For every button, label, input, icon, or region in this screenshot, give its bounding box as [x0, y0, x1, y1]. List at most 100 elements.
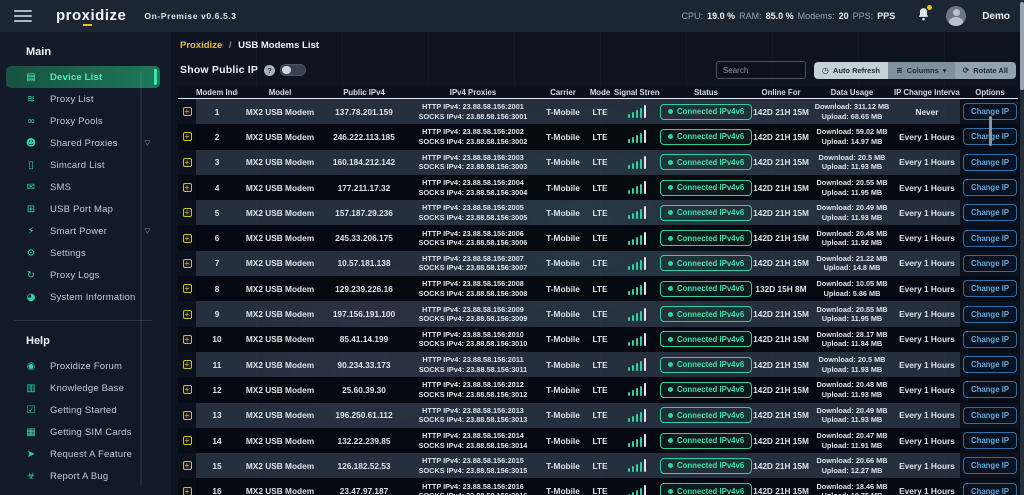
sidebar-item-proxy-list[interactable]: ≋ Proxy List	[6, 88, 160, 110]
change-ip-button[interactable]: Change IP	[962, 204, 1018, 222]
sidebar-item-usb-port-map[interactable]: ⊞ USB Port Map	[6, 198, 160, 220]
help-circle-icon[interactable]: ?	[264, 64, 276, 76]
options-cell: Change IP	[960, 149, 1020, 175]
table-row: + 8 MX2 USB Modem 129.239.226.16 HTTP IP…	[178, 276, 1020, 302]
change-ip-button[interactable]: Change IP	[962, 432, 1018, 449]
chevron-down-icon: ▽	[144, 228, 150, 235]
options-cell: Change IP	[960, 453, 1020, 479]
carrier-cell: T-Mobile	[546, 182, 580, 193]
status-badge: Connected IPv4v6	[660, 204, 752, 221]
sidebar-item-system-information[interactable]: ◕ System Information	[6, 286, 160, 308]
modem-index-cell: 13	[212, 410, 222, 421]
change-ip-button[interactable]: Change IP	[962, 153, 1018, 171]
sidebar-item-smart-power[interactable]: ⚡ Smart Power ▽	[6, 220, 160, 242]
brand-logo-text: proxidize	[56, 7, 127, 24]
mode-cell: LTE	[592, 233, 608, 244]
data-usage-cell: Download: 20.55 MB Upload: 11.95 MB	[810, 178, 894, 197]
sidebar-item-request-a-feature[interactable]: ➤ Request A Feature	[6, 443, 160, 465]
mode-cell: LTE	[592, 283, 608, 294]
toggle-knob	[282, 66, 292, 74]
change-ip-button[interactable]: Change IP	[962, 179, 1018, 197]
expand-row-button[interactable]: +	[182, 486, 192, 495]
model-cell: MX2 USB Modem	[245, 106, 315, 117]
expand-row-button[interactable]: +	[182, 157, 192, 167]
sidebar-item-settings[interactable]: ⚙ Settings	[6, 242, 160, 264]
avatar[interactable]	[946, 6, 967, 26]
sidebar-item-proxy-pools[interactable]: ∞ Proxy Pools	[6, 110, 160, 132]
sidebar-item-getting-started[interactable]: ☑ Getting Started	[6, 399, 160, 421]
hamburger-menu-icon[interactable]	[14, 10, 32, 22]
upload-value: Upload: 11.95 MB	[821, 314, 883, 324]
expand-cell: +	[178, 377, 196, 403]
model-cell: MX2 USB Modem	[245, 359, 315, 370]
change-ip-button[interactable]: Change IP	[962, 381, 1018, 399]
change-ip-button[interactable]: Change IP	[962, 482, 1018, 495]
sidebar-main-list: ▤ Device List ≋ Proxy List ∞ Proxy Pools	[0, 66, 170, 308]
expand-row-button[interactable]: +	[182, 360, 192, 370]
change-ip-button[interactable]: Change IP	[962, 330, 1018, 348]
expand-row-button[interactable]: +	[182, 132, 192, 142]
table-scrollbar-thumb[interactable]	[989, 116, 992, 146]
sidebar-item-label: Proxy Logs	[50, 269, 100, 281]
show-public-ip-toggle[interactable]	[280, 64, 307, 76]
change-ip-button[interactable]: Change IP	[962, 280, 1018, 298]
expand-row-button[interactable]: +	[182, 410, 192, 420]
sidebar-item-label: SMS	[50, 181, 72, 193]
sidebar-item-proxidize-forum[interactable]: ◉ Proxidize Forum	[6, 355, 160, 377]
expand-row-button[interactable]: +	[182, 233, 192, 243]
table-row: + 6 MX2 USB Modem 245.33.206.175 HTTP IP…	[178, 225, 1020, 251]
data-usage-cell: Download: 18.46 MBUpload: 10.75 MB	[810, 482, 894, 495]
stat-item: Modems: 20	[798, 11, 849, 21]
upload-value: Upload: 11.93 MB	[821, 162, 883, 172]
online-for-cell: 142D 21H 15M	[753, 258, 809, 269]
ip-change-interval-cell: Every 1 Hours	[899, 359, 955, 370]
expand-row-button[interactable]: +	[182, 461, 192, 471]
change-ip-button[interactable]: Change IP	[962, 356, 1018, 374]
expand-row-button[interactable]: +	[182, 284, 192, 294]
mode-cell: LTE	[592, 207, 608, 218]
expand-row-button[interactable]: +	[182, 385, 192, 395]
breadcrumb-root-link[interactable]: Proxidize	[180, 40, 222, 51]
sidebar-item-shared-proxies[interactable]: ☻ Shared Proxies ▽	[6, 132, 160, 154]
expand-row-button[interactable]: +	[182, 208, 192, 218]
auto-refresh-button[interactable]: ◷ Auto Refresh	[813, 61, 888, 79]
status-badge: Connected IPv4v6	[660, 255, 752, 272]
rotate-all-button[interactable]: ⟳ Rotate All	[954, 61, 1016, 79]
envelope-icon: ✉	[26, 181, 36, 193]
sidebar-section-main: Main	[26, 46, 52, 58]
expand-row-button[interactable]: +	[182, 309, 192, 319]
http-proxy: HTTP IPv4: 23.88.58.156:2005	[422, 203, 524, 213]
expand-cell: +	[178, 200, 196, 226]
status-text: Connected IPv4v6	[677, 410, 745, 420]
sidebar-item-knowledge-base[interactable]: ▥ Knowledge Base	[6, 377, 160, 399]
expand-row-button[interactable]: +	[182, 334, 192, 344]
sidebar-item-getting-sim-cards[interactable]: ▦ Getting SIM Cards	[6, 421, 160, 443]
download-value: Download: 20.49 MB	[816, 405, 888, 415]
change-ip-button[interactable]: Change IP	[962, 254, 1018, 272]
expand-row-button[interactable]: +	[182, 436, 192, 445]
user-name-label[interactable]: Demo	[982, 11, 1010, 22]
sidebar-item-simcard-list[interactable]: ▯ Simcard List	[6, 154, 160, 176]
search-input[interactable]	[715, 61, 806, 79]
change-ip-button[interactable]: Change IP	[962, 406, 1018, 424]
table-row: + 3 MX2 USB Modem 160.184.212.142 HTTP I…	[178, 149, 1020, 175]
expand-row-button[interactable]: +	[182, 107, 192, 117]
change-ip-button[interactable]: Change IP	[962, 457, 1018, 475]
change-ip-button[interactable]: Change IP	[962, 229, 1018, 247]
page-scrollbar-thumb[interactable]	[1020, 2, 1024, 90]
layers-icon: ≋	[26, 93, 36, 105]
sidebar-item-sms[interactable]: ✉ SMS	[6, 176, 160, 198]
sidebar-item-device-list[interactable]: ▤ Device List	[6, 66, 160, 88]
expand-row-button[interactable]: +	[182, 183, 192, 193]
mode-cell: LTE	[592, 410, 608, 421]
notifications-bell-icon[interactable]	[917, 4, 933, 26]
status-text: Connected IPv4v6	[677, 385, 745, 395]
expand-row-button[interactable]: +	[182, 258, 192, 268]
change-ip-button[interactable]: Change IP	[962, 305, 1018, 323]
columns-button[interactable]: ≡ Columns ▾	[888, 61, 955, 79]
pie-chart-icon: ◕	[26, 291, 36, 303]
ipv4-proxies-cell: HTTP IPv4: 23.88.58.156:2004 SOCKS IPv4: …	[406, 178, 540, 197]
sidebar-item-proxy-logs[interactable]: ↻ Proxy Logs	[6, 264, 160, 286]
sidebar-item-report-a-bug[interactable]: ☣ Report A Bug	[6, 465, 160, 487]
page-scrollbar[interactable]	[1020, 0, 1024, 495]
